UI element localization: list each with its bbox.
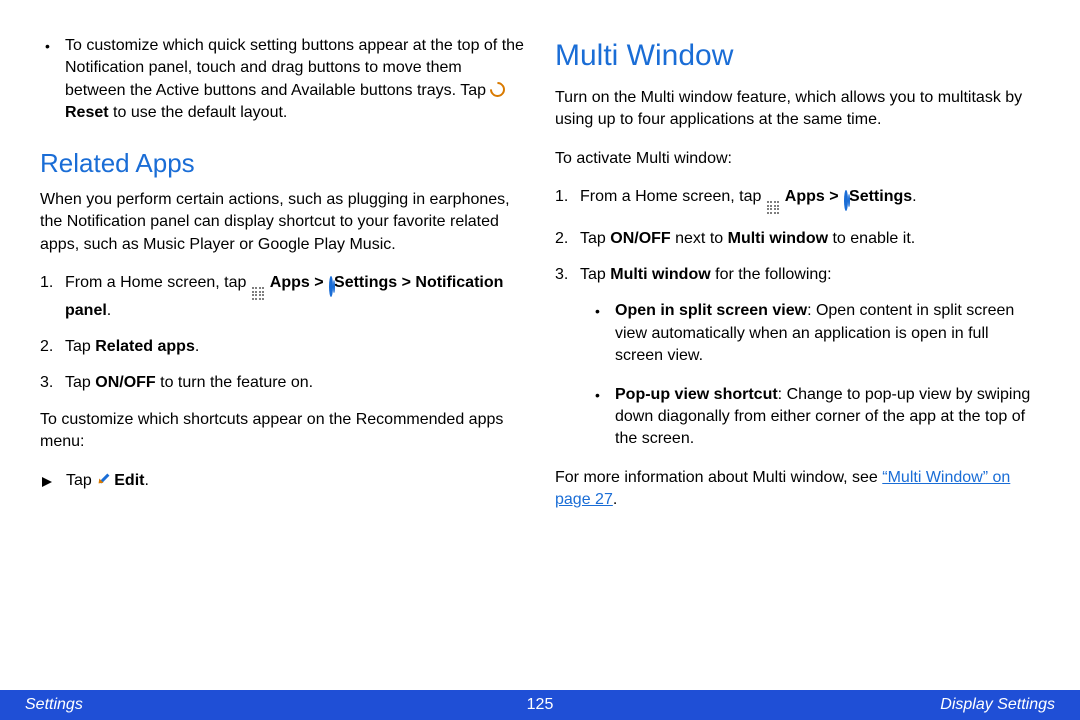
- mw-step-3: Tap Multi window for the following: Open…: [580, 264, 1040, 451]
- footer-section: Settings: [25, 694, 83, 716]
- customize-shortcuts-intro: To customize which shortcuts appear on t…: [40, 409, 525, 454]
- text: To customize which quick setting buttons…: [65, 37, 524, 99]
- customize-quicksettings-bullet: To customize which quick setting buttons…: [65, 35, 525, 125]
- related-step-2: Tap Related apps.: [65, 336, 525, 358]
- multi-window-heading: Multi Window: [555, 35, 1040, 77]
- right-column: Multi Window Turn on the Multi window fe…: [555, 35, 1040, 690]
- reset-icon: [487, 79, 508, 100]
- edit-step: Tap Edit.: [66, 470, 525, 492]
- play-arrow-icon: [41, 473, 53, 495]
- split-screen-bullet: Open in split screen view: Open content …: [615, 300, 1040, 367]
- popup-shortcut-bullet: Pop-up view shortcut: Change to pop-up v…: [615, 384, 1040, 451]
- mw-step-2: Tap ON/OFF next to Multi window to enabl…: [580, 228, 1040, 250]
- left-column: To customize which quick setting buttons…: [40, 35, 525, 690]
- related-apps-heading: Related Apps: [40, 145, 525, 181]
- page-footer: Settings 125 Display Settings: [0, 690, 1080, 720]
- related-apps-intro: When you perform certain actions, such a…: [40, 189, 525, 256]
- mw-step-1: From a Home screen, tap Apps > Settings.: [580, 186, 1040, 214]
- related-step-3: Tap ON/OFF to turn the feature on.: [65, 372, 525, 394]
- page-number: 125: [527, 694, 554, 716]
- tail: to use the default layout.: [109, 104, 288, 121]
- apps-icon: [252, 287, 265, 300]
- activate-intro: To activate Multi window:: [555, 148, 1040, 170]
- edit-icon: [98, 473, 112, 487]
- settings-icon: [844, 190, 848, 211]
- more-info-text: For more information about Multi window,…: [555, 467, 1040, 512]
- related-step-1: From a Home screen, tap Apps > Settings …: [65, 272, 525, 322]
- settings-icon: [329, 276, 333, 297]
- multi-window-intro: Turn on the Multi window feature, which …: [555, 87, 1040, 132]
- page-content: To customize which quick setting buttons…: [0, 0, 1080, 690]
- apps-icon: [767, 201, 780, 214]
- reset-label: Reset: [65, 104, 109, 121]
- footer-subsection: Display Settings: [940, 694, 1055, 716]
